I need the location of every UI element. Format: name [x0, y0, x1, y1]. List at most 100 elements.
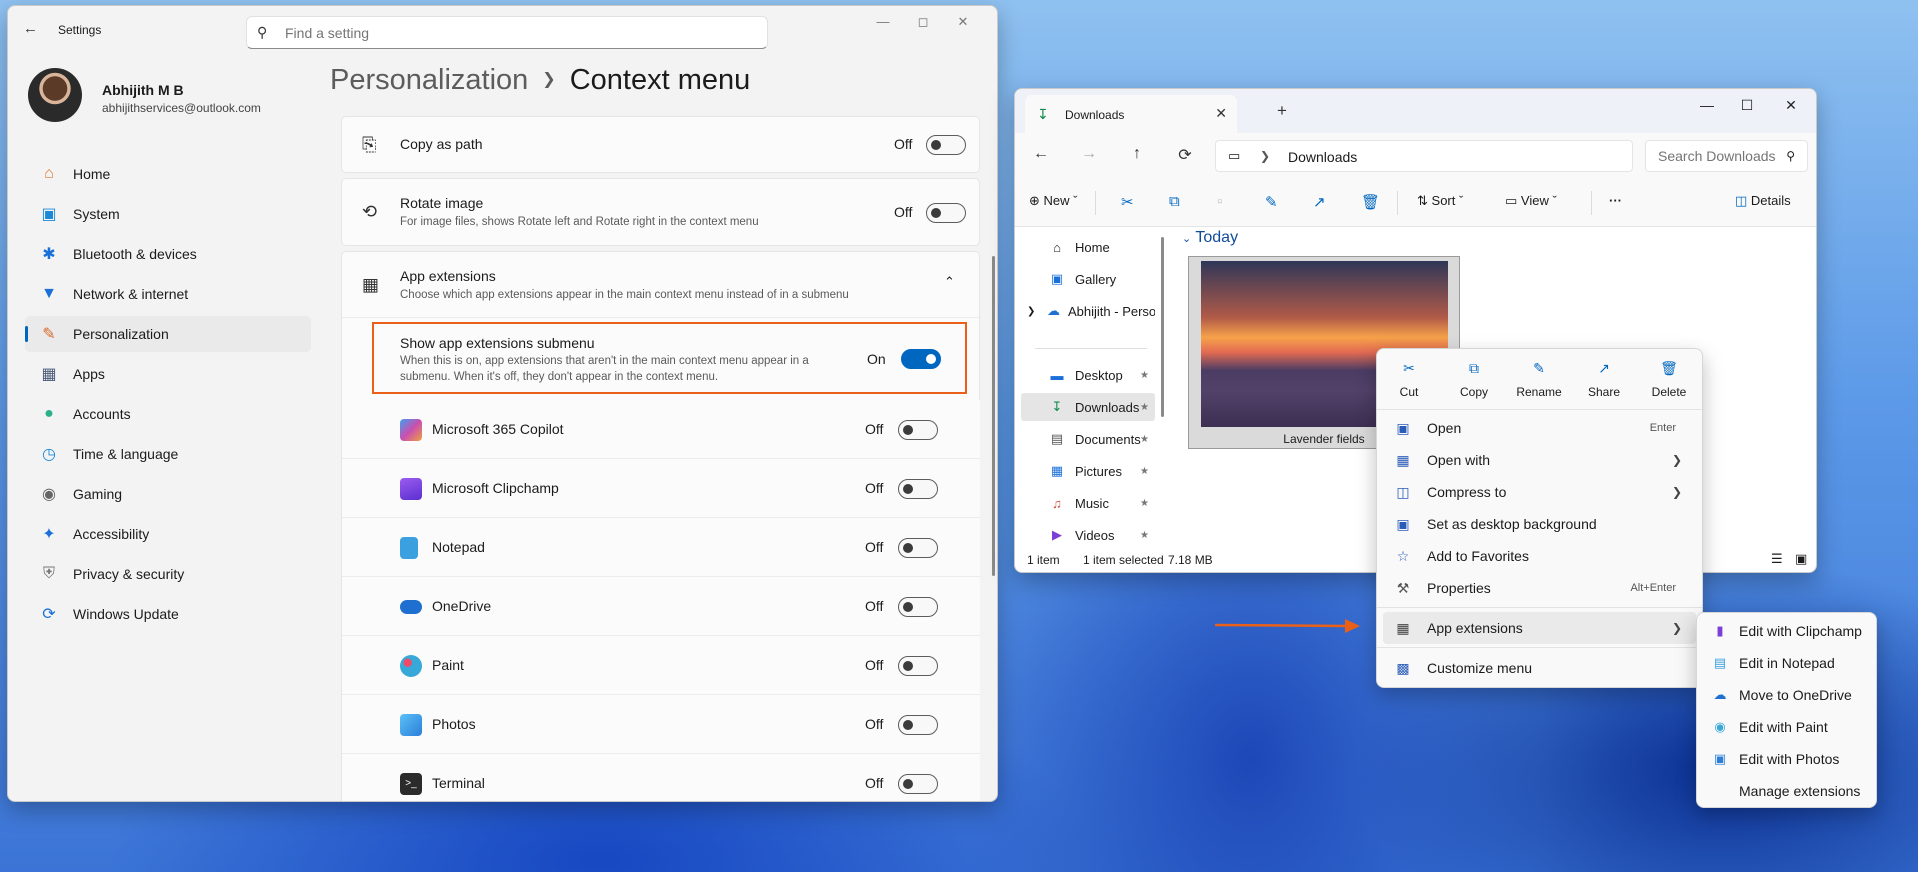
action-label: Share: [1587, 385, 1621, 399]
maximize-button[interactable]: ☐: [1727, 93, 1767, 117]
rotate-image-card[interactable]: ⟲ Rotate image For image files, shows Ro…: [341, 178, 980, 246]
details-view-icon[interactable]: ☰: [1771, 551, 1783, 567]
sidebar-item-time-language[interactable]: ◷ Time & language: [25, 436, 311, 472]
address-bar[interactable]: ▭ ❯ Downloads: [1215, 140, 1633, 172]
sidebar-item-windows-update[interactable]: ⟳ Windows Update: [25, 596, 311, 632]
chevron-up-icon[interactable]: ⌃: [944, 274, 955, 290]
breadcrumb-parent[interactable]: Personalization: [330, 64, 528, 96]
paste-icon[interactable]: ▫: [1217, 193, 1222, 210]
delete-action[interactable]: 🗑 Delete: [1641, 357, 1697, 407]
view-button[interactable]: ▭ View ˇ: [1505, 193, 1557, 209]
menu-item-customize-menu[interactable]: ▩ Customize menu: [1383, 652, 1696, 684]
show-app-extensions-submenu-row[interactable]: Show app extensions submenu When this is…: [372, 322, 967, 394]
paint-toggle[interactable]: [898, 656, 938, 676]
close-tab-icon[interactable]: ✕: [1215, 105, 1227, 122]
settings-search[interactable]: ⚲: [246, 16, 768, 49]
sidebar-item-apps[interactable]: ▦ Apps: [25, 356, 311, 392]
extension-row-paint[interactable]: Paint Off: [342, 636, 980, 695]
sidebar-item-system[interactable]: ▣ System: [25, 196, 311, 232]
cut-icon[interactable]: ✂: [1121, 193, 1134, 211]
new-tab-button[interactable]: +: [1277, 101, 1287, 121]
view-icon: ▭: [1505, 193, 1518, 208]
tiles-view-icon[interactable]: ▣: [1795, 551, 1807, 567]
close-button[interactable]: ✕: [953, 12, 973, 32]
menu-item-app-extensions[interactable]: ▦ App extensions ❯: [1383, 612, 1696, 644]
search-input[interactable]: [1658, 148, 1776, 164]
extension-row-clipchamp[interactable]: Microsoft Clipchamp Off: [342, 459, 980, 518]
submenu-item-onedrive[interactable]: ☁ Move to OneDrive: [1703, 680, 1873, 710]
scrollbar[interactable]: [992, 256, 995, 576]
menu-item-add-to-favorites[interactable]: ☆ Add to Favorites: [1383, 540, 1696, 572]
sidebar-item-home[interactable]: ⌂ Home: [25, 156, 311, 192]
tab-downloads[interactable]: ↧ Downloads ✕: [1025, 95, 1237, 133]
copy-icon[interactable]: ⧉: [1169, 193, 1180, 210]
nav-item-music[interactable]: ♫ Music ★: [1021, 489, 1155, 517]
search-input[interactable]: [285, 23, 745, 43]
sidebar-item-accessibility[interactable]: ✦ Accessibility: [25, 516, 311, 552]
show-submenu-toggle[interactable]: [901, 349, 941, 369]
onedrive-toggle[interactable]: [898, 597, 938, 617]
scrollbar[interactable]: [1161, 237, 1164, 417]
rename-action[interactable]: ✎ Rename: [1511, 357, 1567, 407]
cut-action[interactable]: ✂ Cut: [1381, 357, 1437, 407]
share-icon[interactable]: ↗: [1313, 193, 1326, 211]
extension-row-onedrive[interactable]: OneDrive Off: [342, 577, 980, 636]
sidebar-item-personalization[interactable]: ✎ Personalization: [25, 316, 311, 352]
sidebar-item-accounts[interactable]: ● Accounts: [25, 396, 311, 432]
notepad-toggle[interactable]: [898, 538, 938, 558]
extension-row-copilot[interactable]: Microsoft 365 Copilot Off: [342, 400, 980, 459]
nav-item-desktop[interactable]: ▬ Desktop ★: [1021, 361, 1155, 389]
maximize-button[interactable]: ◻: [913, 12, 933, 32]
back-arrow-icon[interactable]: ←: [1029, 145, 1053, 163]
explorer-search[interactable]: ⚲: [1645, 140, 1808, 172]
close-button[interactable]: ✕: [1771, 93, 1811, 117]
nav-item-home[interactable]: ⌂ Home: [1021, 233, 1155, 261]
extension-row-photos[interactable]: Photos Off: [342, 695, 980, 754]
details-button[interactable]: ◫ Details: [1735, 193, 1791, 209]
copilot-toggle[interactable]: [898, 420, 938, 440]
app-extensions-header[interactable]: ▦ App extensions Choose which app extens…: [342, 252, 979, 318]
submenu-item-notepad[interactable]: ▤ Edit in Notepad: [1703, 648, 1873, 678]
menu-item-open[interactable]: ▣ Open Enter: [1383, 412, 1696, 444]
sidebar-item-gaming[interactable]: ◉ Gaming: [25, 476, 311, 512]
submenu-item-photos[interactable]: ▣ Edit with Photos: [1703, 744, 1873, 774]
share-action[interactable]: ↗ Share: [1576, 357, 1632, 407]
refresh-icon[interactable]: ⟳: [1173, 145, 1197, 165]
menu-item-open-with[interactable]: ▦ Open with ❯: [1383, 444, 1696, 476]
terminal-toggle[interactable]: [898, 774, 938, 794]
nav-item-pictures[interactable]: ▦ Pictures ★: [1021, 457, 1155, 485]
copy-as-path-card[interactable]: ⎘ Copy as path Off: [341, 116, 980, 173]
sidebar-item-privacy[interactable]: ⛨ Privacy & security: [25, 556, 311, 592]
clipchamp-toggle[interactable]: [898, 479, 938, 499]
menu-item-properties[interactable]: ⚒ Properties Alt+Enter: [1383, 572, 1696, 604]
back-arrow-icon[interactable]: ←: [23, 20, 53, 40]
rename-icon[interactable]: ✎: [1265, 193, 1278, 211]
sidebar-item-network[interactable]: ▼ Network & internet: [25, 276, 311, 312]
new-button[interactable]: ⊕ New ˇ: [1029, 193, 1078, 209]
forward-arrow-icon[interactable]: →: [1077, 145, 1101, 163]
photos-toggle[interactable]: [898, 715, 938, 735]
copy-action[interactable]: ⧉ Copy: [1446, 357, 1502, 407]
nav-item-documents[interactable]: ▤ Documents ★: [1021, 425, 1155, 453]
nav-item-onedrive[interactable]: ❯ ☁ Abhijith - Personal: [1021, 297, 1155, 325]
nav-item-videos[interactable]: ▶ Videos ★: [1021, 521, 1155, 549]
group-header-today[interactable]: ⌄ Today: [1182, 229, 1238, 247]
nav-item-gallery[interactable]: ▣ Gallery: [1021, 265, 1155, 293]
submenu-item-clipchamp[interactable]: ▮ Edit with Clipchamp: [1703, 616, 1873, 646]
delete-icon[interactable]: 🗑: [1361, 193, 1380, 211]
menu-item-set-desktop-background[interactable]: ▣ Set as desktop background: [1383, 508, 1696, 540]
submenu-item-paint[interactable]: ◉ Edit with Paint: [1703, 712, 1873, 742]
extension-row-terminal[interactable]: >_ Terminal Off: [342, 754, 980, 801]
minimize-button[interactable]: —: [1687, 93, 1727, 117]
sort-button[interactable]: ⇅ Sort ˇ: [1417, 193, 1463, 209]
menu-item-compress-to[interactable]: ◫ Compress to ❯: [1383, 476, 1696, 508]
up-arrow-icon[interactable]: ↑: [1125, 145, 1149, 163]
minimize-button[interactable]: —: [873, 12, 893, 32]
nav-item-downloads[interactable]: ↧ Downloads ★: [1021, 393, 1155, 421]
extension-row-notepad[interactable]: Notepad Off: [342, 518, 980, 577]
submenu-item-manage-extensions[interactable]: Manage extensions: [1703, 776, 1873, 806]
rotate-image-toggle[interactable]: [926, 203, 966, 223]
sidebar-item-bluetooth[interactable]: ✱ Bluetooth & devices: [25, 236, 311, 272]
more-options-icon[interactable]: ···: [1609, 193, 1622, 208]
copy-as-path-toggle[interactable]: [926, 135, 966, 155]
